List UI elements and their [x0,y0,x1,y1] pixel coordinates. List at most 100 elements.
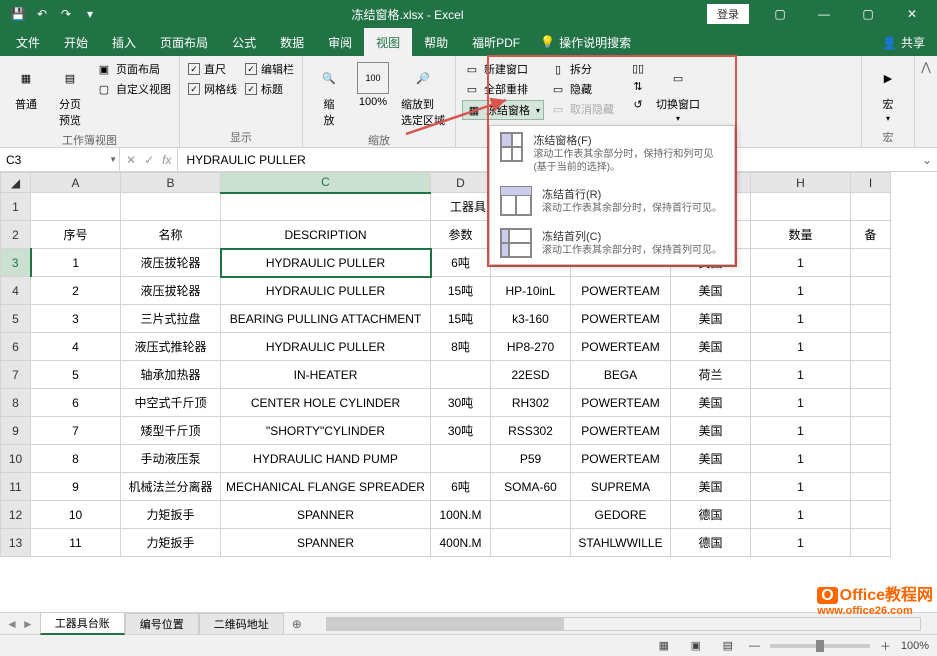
col-header[interactable]: D [431,173,491,193]
cell[interactable]: 机械法兰分离器 [121,473,221,501]
normal-view-icon[interactable]: ▦ [653,637,675,655]
cell[interactable]: SPANNER [221,501,431,529]
row-header[interactable]: 8 [1,389,31,417]
zoom-in-icon[interactable]: ＋ [880,638,891,654]
ruler-checkbox[interactable]: ✓直尺 [186,60,239,78]
cell[interactable]: POWERTEAM [571,305,671,333]
cell[interactable]: 1 [751,249,851,277]
tab-foxit[interactable]: 福昕PDF [460,28,532,56]
ribbon-display-icon[interactable]: ▢ [759,0,801,28]
cell[interactable] [851,445,891,473]
row-header[interactable]: 3 [1,249,31,277]
cell[interactable]: 22ESD [491,361,571,389]
maximize-icon[interactable]: ▢ [847,0,889,28]
normal-view-button[interactable]: ▦普通 [6,60,46,114]
cell[interactable]: 1 [751,305,851,333]
cell[interactable] [491,529,571,557]
cell[interactable]: 德国 [671,501,751,529]
cell[interactable]: HYDRAULIC PULLER [221,277,431,305]
col-header[interactable]: I [851,173,891,193]
tab-home[interactable]: 开始 [52,28,100,56]
tell-me-search[interactable]: 💡 操作说明搜索 [532,34,639,51]
cell[interactable]: 3 [31,305,121,333]
cell[interactable]: POWERTEAM [571,389,671,417]
cell[interactable]: 1 [751,529,851,557]
close-icon[interactable]: ✕ [891,0,933,28]
cell[interactable] [431,445,491,473]
cell[interactable]: 中空式千斤顶 [121,389,221,417]
tab-view[interactable]: 视图 [364,28,412,56]
cell[interactable]: HYDRAULIC PULLER [221,333,431,361]
cell[interactable]: 液压拔轮器 [121,277,221,305]
cell[interactable]: 8 [31,445,121,473]
cell[interactable]: 力矩扳手 [121,501,221,529]
custom-view-button[interactable]: ▢自定义视图 [94,80,173,98]
zoom-level[interactable]: 100% [901,640,929,652]
sheet-tab[interactable]: 编号位置 [125,613,199,634]
cell[interactable]: 6 [31,389,121,417]
freeze-top-row-item[interactable]: 冻结首行(R)滚动工作表其余部分时，保持首行可见。 [490,180,734,222]
cell[interactable]: HP-10inL [491,277,571,305]
row-header[interactable]: 9 [1,417,31,445]
cell[interactable] [431,361,491,389]
fx-icon[interactable]: fx [162,153,171,167]
row-header[interactable]: 11 [1,473,31,501]
freeze-panes-item[interactable]: 冻结窗格(F)滚动工作表其余部分时，保持行和列可见(基于当前的选择)。 [490,126,734,180]
page-layout-view-icon[interactable]: ▣ [685,637,707,655]
cell[interactable]: 6吨 [431,249,491,277]
zoom-button[interactable]: 🔍缩 放 [309,60,349,130]
share-button[interactable]: 👤共享 [882,34,925,51]
row-header[interactable]: 2 [1,221,31,249]
cell[interactable]: 15吨 [431,305,491,333]
tab-formulas[interactable]: 公式 [220,28,268,56]
cell[interactable]: POWERTEAM [571,333,671,361]
cell[interactable] [851,417,891,445]
cell[interactable]: P59 [491,445,571,473]
cell[interactable]: 名称 [121,221,221,249]
formula-bar-checkbox[interactable]: ✓编辑栏 [243,60,296,78]
cell[interactable] [851,249,891,277]
minimize-icon[interactable]: ― [803,0,845,28]
cell[interactable]: BEGA [571,361,671,389]
cell[interactable]: 1 [751,445,851,473]
cell[interactable]: 参数 [431,221,491,249]
row-header[interactable]: 13 [1,529,31,557]
sheet-tab[interactable]: 二维码地址 [199,613,284,634]
col-header[interactable]: B [121,173,221,193]
cell[interactable]: 液压式推轮器 [121,333,221,361]
cell[interactable]: SOMA-60 [491,473,571,501]
cell[interactable]: BEARING PULLING ATTACHMENT [221,305,431,333]
cell[interactable]: DESCRIPTION [221,221,431,249]
cell[interactable]: 1 [31,249,121,277]
freeze-first-col-item[interactable]: 冻结首列(C)滚动工作表其余部分时，保持首列可见。 [490,222,734,264]
spreadsheet-grid[interactable]: ◢ A B C D E F G H I 1工器具 2 序号名称DESCRIPTI… [0,172,937,612]
cell[interactable]: 2 [31,277,121,305]
col-header[interactable]: H [751,173,851,193]
page-break-button[interactable]: ▤分页 预览 [50,60,90,130]
cell[interactable]: STAHLWWILLE [571,529,671,557]
cell[interactable]: 力矩扳手 [121,529,221,557]
cell[interactable]: 美国 [671,473,751,501]
cell[interactable]: 数量 [751,221,851,249]
tab-review[interactable]: 审阅 [316,28,364,56]
tab-insert[interactable]: 插入 [100,28,148,56]
cell[interactable]: RSS302 [491,417,571,445]
row-header[interactable]: 4 [1,277,31,305]
cell[interactable]: 30吨 [431,417,491,445]
new-sheet-button[interactable]: ⊕ [284,615,310,633]
cell[interactable]: 液压拔轮器 [121,249,221,277]
cell[interactable]: 德国 [671,529,751,557]
cell[interactable]: 8吨 [431,333,491,361]
cell[interactable]: POWERTEAM [571,445,671,473]
cell[interactable]: 30吨 [431,389,491,417]
cell[interactable] [851,305,891,333]
undo-icon[interactable]: ↶ [32,4,52,24]
zoom-slider[interactable] [770,644,870,648]
page-layout-button[interactable]: ▣页面布局 [94,60,173,78]
cancel-icon[interactable]: ✕ [126,153,136,167]
cell[interactable] [851,501,891,529]
cell[interactable]: 5 [31,361,121,389]
cell[interactable]: 1 [751,361,851,389]
tab-data[interactable]: 数据 [268,28,316,56]
cell[interactable]: IN-HEATER [221,361,431,389]
